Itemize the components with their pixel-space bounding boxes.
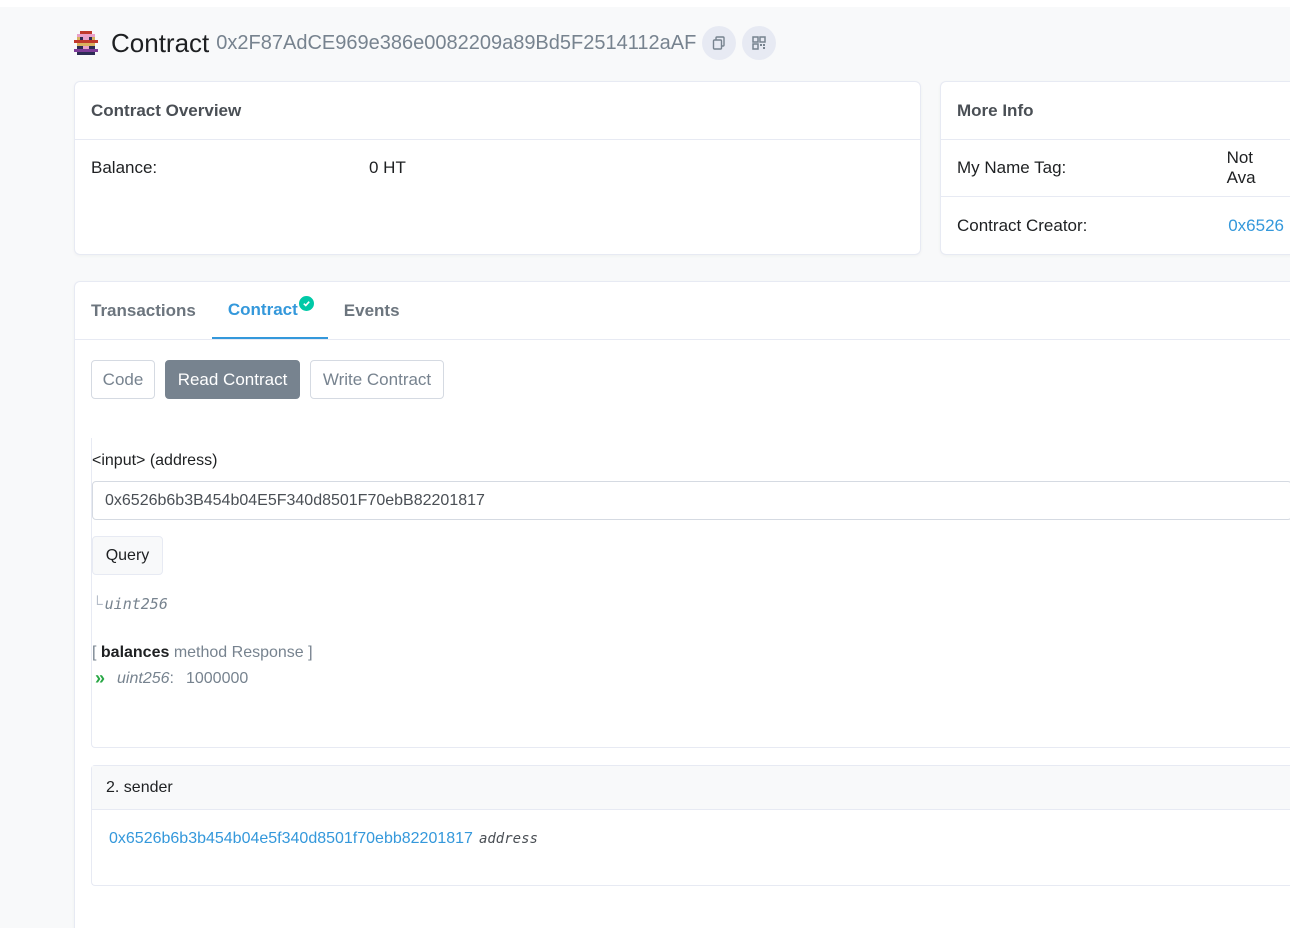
response-open: [ [92, 644, 101, 661]
tab-events-label: Events [343, 300, 400, 320]
output-type: └ uint256 [92, 595, 168, 613]
name-tag-value: Not Ava [1226, 148, 1256, 187]
sender-type: address [478, 831, 538, 847]
tab-contract-label: Contract [227, 299, 298, 319]
result-type: uint256 [117, 669, 170, 687]
contract-creator-label: Contract Creator: [957, 215, 1088, 235]
tab-bar: Transactions Contract Events [75, 282, 1290, 340]
output-type-label: uint256 [104, 595, 168, 613]
tab-contract[interactable]: Contract [211, 282, 328, 339]
sender-method-title[interactable]: 2. sender [92, 766, 1290, 810]
balance-label: Balance: [91, 158, 158, 177]
tab-events[interactable]: Events [328, 282, 416, 339]
subtab-code[interactable]: Code [91, 360, 155, 399]
name-tag-label: My Name Tag: [957, 158, 1067, 177]
address-input[interactable]: 0x6526b6b3B454b04E5F340d8501F70ebB822018… [92, 481, 1290, 520]
sender-method-body: 0x6526b6b3b454b04e5f340d8501f70ebb822018… [92, 810, 1290, 868]
balance-value: 0 HT [369, 158, 406, 177]
check-circle-icon [298, 296, 314, 311]
contract-avatar-icon [74, 31, 98, 55]
response-heading: [ balances method Response ] [92, 644, 313, 662]
copy-icon [713, 36, 725, 50]
contract-overview-title: Contract Overview [75, 82, 920, 140]
page-header: Contract 0x2F87AdCE969e386e0082209a89Bd5… [74, 24, 777, 62]
qr-code-icon [752, 36, 767, 50]
more-info-title: More Info [941, 82, 1290, 140]
tab-transactions[interactable]: Transactions [75, 282, 212, 339]
sender-method-card: 2. sender 0x6526b6b3b454b04e5f340d8501f7… [91, 765, 1290, 886]
subtab-write-contract[interactable]: Write Contract [310, 360, 444, 399]
contract-overview-card: Contract Overview Balance: 0 HT [74, 81, 921, 255]
result-separator: : [169, 669, 174, 687]
result-value: 1000000 [185, 669, 249, 687]
double-chevron-right-icon: » [95, 668, 106, 688]
contract-tabs-card: Transactions Contract Events Code Read C… [74, 281, 1290, 928]
top-bar [0, 0, 1290, 7]
copy-address-button[interactable] [702, 26, 737, 60]
address-input-label: <input> (address) [92, 452, 218, 469]
name-tag-row: My Name Tag: Not Ava [941, 140, 1290, 197]
balance-row: Balance: 0 HT [75, 140, 920, 196]
subtab-read-contract[interactable]: Read Contract [165, 360, 300, 399]
response-method: balances [100, 644, 170, 661]
page-title: Contract [111, 27, 210, 58]
tab-transactions-label: Transactions [91, 300, 196, 320]
contract-creator-row: Contract Creator: 0x6526 [941, 197, 1290, 254]
response-rest: method Response ] [169, 644, 313, 661]
qr-code-button[interactable] [742, 26, 777, 60]
query-button[interactable]: Query [92, 536, 163, 575]
tree-elbow-icon: └ [92, 596, 103, 613]
response-result: » uint256 : 1000000 [95, 668, 248, 689]
more-info-card: More Info My Name Tag: Not Ava Contract … [940, 81, 1290, 255]
contract-address: 0x2F87AdCE969e386e0082209a89Bd5F2514112a… [216, 31, 697, 54]
sender-address-link[interactable]: 0x6526b6b3b454b04e5f340d8501f70ebb822018… [109, 830, 473, 848]
contract-creator-link[interactable]: 0x6526 [1228, 216, 1284, 236]
